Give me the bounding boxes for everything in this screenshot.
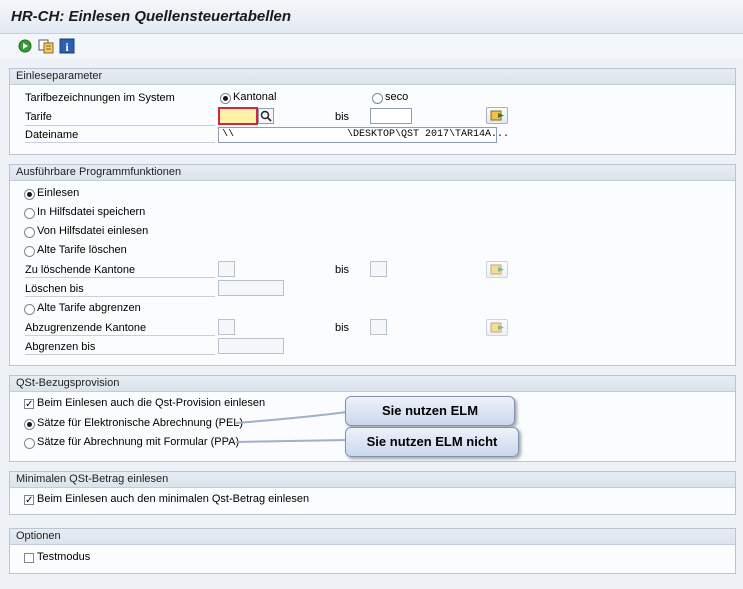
group-optionen: Optionen Testmodus: [9, 528, 736, 574]
group-header-minimal: Minimalen QSt-Betrag einlesen: [10, 472, 735, 488]
callout-elm-line: [235, 411, 348, 424]
checkbox-minimal-label: Beim Einlesen auch den minimalen Qst-Bet…: [37, 493, 310, 505]
checkbox-testmodus[interactable]: [24, 553, 34, 563]
checkbox-testmodus-label: Testmodus: [37, 551, 91, 563]
checkbox-minimal[interactable]: ✓: [24, 495, 34, 506]
callout-elm-nicht-line: [235, 439, 348, 443]
group-minimal: Minimalen QSt-Betrag einlesen ✓ Beim Ein…: [9, 471, 736, 515]
group-header-optionen: Optionen: [10, 529, 735, 545]
callout-elm: Sie nutzen ELM: [345, 396, 515, 426]
callout-elm-nicht: Sie nutzen ELM nicht: [345, 427, 519, 457]
